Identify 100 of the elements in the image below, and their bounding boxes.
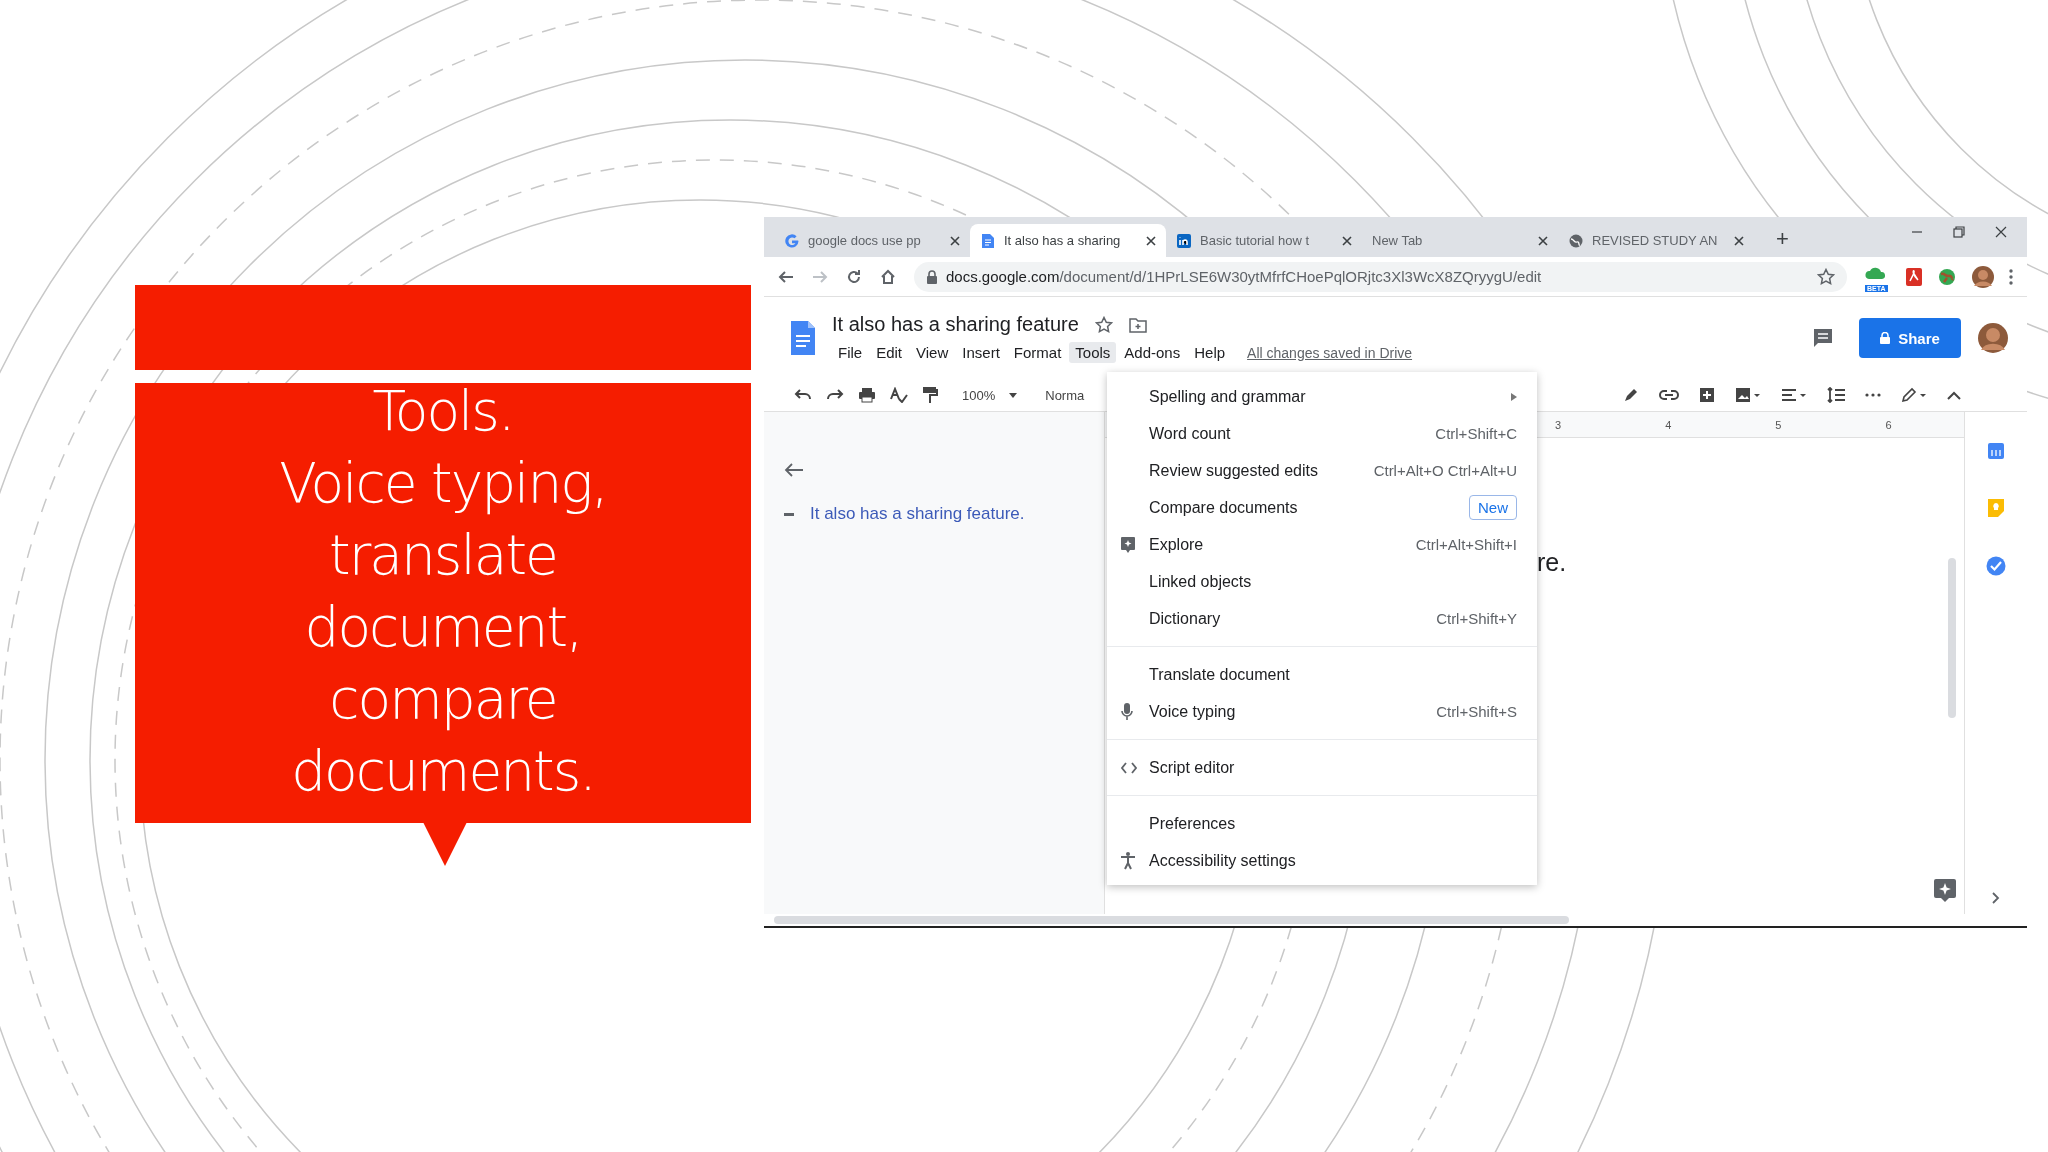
callout-text: Tools. Voice typing, translate document, compare documents. — [279, 378, 607, 805]
shortcut-text: Ctrl+Shift+Y — [1436, 610, 1517, 627]
pdf-icon[interactable] — [1905, 266, 1923, 287]
line-spacing-icon[interactable] — [1827, 387, 1845, 403]
shortcut-text: Ctrl+Alt+Shift+I — [1415, 536, 1517, 553]
menu-item[interactable]: Format — [1007, 342, 1068, 363]
menu-option[interactable]: Accessibility settings — [1107, 842, 1537, 879]
close-icon[interactable] — [1734, 235, 1744, 246]
menu-item[interactable]: Help — [1188, 342, 1232, 363]
microphone-icon — [1121, 702, 1133, 721]
document-text: re. — [1537, 548, 1567, 576]
browser-tab[interactable]: Basic tutorial how t — [1166, 224, 1362, 257]
print-icon[interactable] — [858, 387, 876, 403]
menu-item[interactable]: Add-ons — [1118, 342, 1187, 363]
menu-option[interactable]: Compare documents New — [1107, 489, 1537, 526]
accessibility-icon — [1121, 851, 1135, 870]
more-icon[interactable] — [1865, 393, 1881, 397]
document-icon — [980, 232, 996, 249]
style-dropdown[interactable]: Norma — [1045, 387, 1085, 403]
undo-icon[interactable] — [794, 388, 812, 402]
menu-option[interactable]: Linked objects — [1107, 563, 1537, 600]
lock-icon — [1880, 332, 1891, 344]
menu-option[interactable]: Dictionary Ctrl+Shift+Y — [1107, 600, 1537, 637]
new-badge: New — [1469, 495, 1517, 520]
docs-logo-icon[interactable] — [790, 320, 816, 356]
restore-icon[interactable] — [1953, 226, 1965, 238]
avatar-icon[interactable] — [1977, 322, 2009, 354]
ruler-number: 3 — [1555, 418, 1562, 431]
menu-option[interactable]: Script editor — [1107, 749, 1537, 786]
menu-item[interactable]: Insert — [956, 342, 1006, 363]
back-arrow-icon[interactable] — [778, 268, 794, 285]
share-button[interactable]: Share — [1859, 318, 1961, 358]
globe-icon — [1568, 232, 1584, 249]
calendar-icon[interactable] — [1987, 442, 2005, 460]
redo-icon[interactable] — [826, 388, 844, 402]
zoom-dropdown[interactable]: 100% — [962, 387, 996, 403]
paint-format-icon[interactable] — [922, 386, 938, 404]
more-icon[interactable] — [2009, 268, 2013, 285]
chevron-up-icon[interactable] — [1947, 390, 1961, 400]
shortcut-text: Ctrl+Alt+O Ctrl+Alt+U — [1373, 462, 1517, 479]
address-bar[interactable]: docs.google.com/document/d/1HPrLSE6W30ytMfrfCHoePqlORjtc3Xl3WcX8ZQryygU/edit — [914, 261, 1847, 292]
pencil-icon[interactable] — [1901, 387, 1927, 403]
close-icon[interactable] — [950, 235, 960, 246]
dash-icon — [784, 512, 794, 516]
menu-option[interactable]: Explore Ctrl+Alt+Shift+I — [1107, 526, 1537, 563]
close-icon[interactable] — [1538, 235, 1548, 246]
pen-icon[interactable] — [1623, 387, 1639, 403]
browser-tab[interactable]: New Tab — [1362, 224, 1558, 257]
save-status-link[interactable]: All changes saved in Drive — [1247, 344, 1413, 361]
home-icon[interactable] — [880, 268, 896, 285]
chevron-right-icon[interactable] — [1992, 892, 2000, 904]
explore-icon[interactable] — [1933, 878, 1957, 902]
browser-tab[interactable]: REVISED STUDY AN — [1558, 224, 1754, 257]
star-icon[interactable] — [1817, 267, 1835, 286]
menu-item[interactable]: View — [910, 342, 955, 363]
menu-option[interactable]: Translate document — [1107, 656, 1537, 693]
menu-item[interactable]: File — [832, 342, 869, 363]
globe-icon[interactable] — [1937, 266, 1957, 287]
close-icon[interactable] — [1342, 235, 1352, 246]
reload-icon[interactable] — [846, 268, 862, 285]
back-arrow-icon[interactable] — [784, 462, 804, 478]
ruler-number: 5 — [1775, 418, 1782, 431]
browser-tab[interactable]: google docs use pp — [774, 224, 970, 257]
caret-icon — [1009, 392, 1018, 398]
linkedin-icon — [1176, 232, 1192, 249]
menu-item[interactable]: Tools — [1069, 342, 1117, 363]
comment-icon[interactable] — [1813, 328, 1833, 348]
menu-item[interactable]: Edit — [870, 342, 909, 363]
menu-option[interactable]: Voice typing Ctrl+Shift+S — [1107, 693, 1537, 730]
link-icon[interactable] — [1659, 389, 1679, 401]
tasks-icon[interactable] — [1986, 556, 2006, 576]
close-icon[interactable] — [1146, 235, 1156, 246]
align-icon[interactable] — [1781, 388, 1807, 402]
spell-check-icon[interactable] — [890, 387, 908, 403]
menu-option[interactable]: Spelling and grammar — [1107, 378, 1537, 415]
new-tab-button[interactable]: + — [1772, 226, 1793, 252]
browser-tab[interactable]: It also has a sharing — [970, 224, 1166, 257]
avatar-icon[interactable] — [1971, 264, 1995, 289]
code-icon — [1121, 761, 1137, 774]
google-logo-icon — [784, 232, 800, 249]
star-icon[interactable] — [1094, 315, 1113, 334]
outline-heading-link[interactable]: It also has a sharing feature. — [810, 504, 1025, 524]
ruler-number: 4 — [1665, 418, 1672, 431]
url-text: docs.google.com/document/d/1HPrLSE6W30ytMfrfCHoePqlORjtc3Xl3WcX8ZQryygU/edit — [946, 268, 1542, 285]
scrollbar[interactable] — [774, 916, 1569, 924]
document-title[interactable]: It also has a sharing feature — [832, 313, 1079, 336]
shortcut-text: Ctrl+Shift+C — [1435, 425, 1517, 442]
menu-option[interactable]: Review suggested edits Ctrl+Alt+O Ctrl+Alt+U — [1107, 452, 1537, 489]
add-comment-icon[interactable] — [1699, 387, 1715, 403]
menu-option[interactable]: Preferences — [1107, 805, 1537, 842]
explore-icon — [1121, 536, 1135, 553]
folder-icon[interactable] — [1128, 316, 1147, 333]
scrollbar[interactable] — [1948, 558, 1956, 718]
shortcut-text: Ctrl+Shift+S — [1436, 703, 1517, 720]
ruler-number: 6 — [1885, 418, 1892, 431]
menu-option[interactable]: Word count Ctrl+Shift+C — [1107, 415, 1537, 452]
close-icon[interactable] — [1995, 226, 2007, 238]
image-icon[interactable] — [1735, 387, 1761, 403]
lock-icon — [926, 269, 938, 284]
submenu-arrow-icon — [1511, 392, 1517, 401]
